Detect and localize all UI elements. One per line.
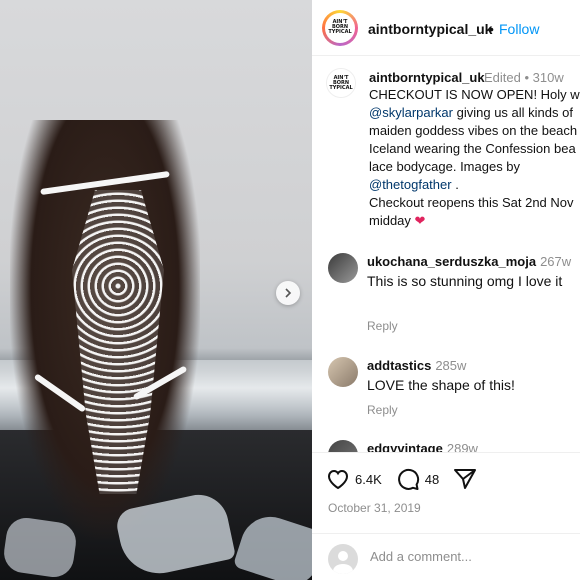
post-date: October 31, 2019 [328,501,421,515]
comment-count: 48 [424,471,440,487]
post-header: AIN'T BORN TYPICAL aintborntypical_uk • … [312,0,580,56]
mention-link[interactable]: @thetogfather [369,177,452,192]
heart-emoji: ❤ [414,213,426,228]
account-avatar[interactable]: AIN'T BORN TYPICAL [322,10,358,46]
brand-logo: AIN'T BORN TYPICAL [327,69,355,97]
add-comment-input[interactable] [370,549,570,564]
commenter-username[interactable]: addtastics 285w [367,358,466,373]
caption-meta: Edited • 310w [484,70,564,85]
caption-avatar[interactable]: AIN'T BORN TYPICAL [326,68,356,98]
brand-logo: AIN'T BORN TYPICAL [324,12,356,44]
commenter-avatar[interactable] [328,357,358,387]
post-actions: 6.4K 48 October 31, 2019 [312,452,580,580]
follow-button[interactable]: Follow [499,21,539,37]
reply-button[interactable]: Reply [367,403,398,417]
commenter-username[interactable]: ukochana_serduszka_moja 267w [367,254,571,269]
add-comment-bar [312,533,580,580]
mention-link[interactable]: @skylarparkar [369,105,453,120]
user-placeholder-icon [333,551,353,574]
action-row: 6.4K 48 [326,467,477,491]
next-arrow-icon [285,288,292,298]
comment-text: This is so stunning omg I love it [367,273,563,289]
post-sidebar: AIN'T BORN TYPICAL aintborntypical_uk • … [312,0,580,580]
separator-dot: • [489,21,494,37]
heart-icon[interactable] [326,468,350,490]
caption-username[interactable]: aintborntypical_uk [369,70,485,85]
ice-chunk [1,515,79,580]
model-figure [10,120,200,540]
reply-button[interactable]: Reply [367,319,398,333]
commenter-avatar[interactable] [328,253,358,283]
post-image [0,0,312,580]
like-count: 6.4K [355,471,382,487]
next-image-button[interactable] [276,281,300,305]
current-user-avatar [328,544,358,574]
caption-text: CHECKOUT IS NOW OPEN! Holy wo @skylarpar… [369,87,580,228]
comment-bubble-icon[interactable] [396,467,420,491]
account-username[interactable]: aintborntypical_uk [368,21,492,37]
comment-text: LOVE the shape of this! [367,377,515,393]
share-plane-icon[interactable] [453,467,477,491]
